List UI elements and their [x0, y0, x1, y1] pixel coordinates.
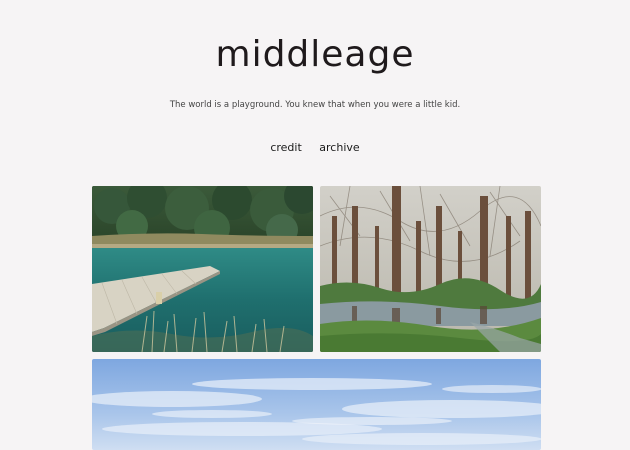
sky-image — [92, 359, 541, 450]
site-tagline: The world is a playground. You knew that… — [169, 100, 461, 110]
photo-post-sky[interactable] — [92, 359, 541, 450]
lake-dock-image — [92, 186, 313, 352]
site-title[interactable]: middleage — [0, 33, 630, 77]
nav-link-archive[interactable]: archive — [319, 141, 359, 154]
photo-post-forest-wetland[interactable] — [320, 186, 541, 352]
nav-link-credit[interactable]: credit — [270, 141, 301, 154]
forest-wetland-image — [320, 186, 541, 352]
page: middleage The world is a playground. You… — [0, 0, 630, 450]
photo-post-lake-dock[interactable] — [92, 186, 313, 352]
main-nav: credit archive — [0, 141, 630, 154]
